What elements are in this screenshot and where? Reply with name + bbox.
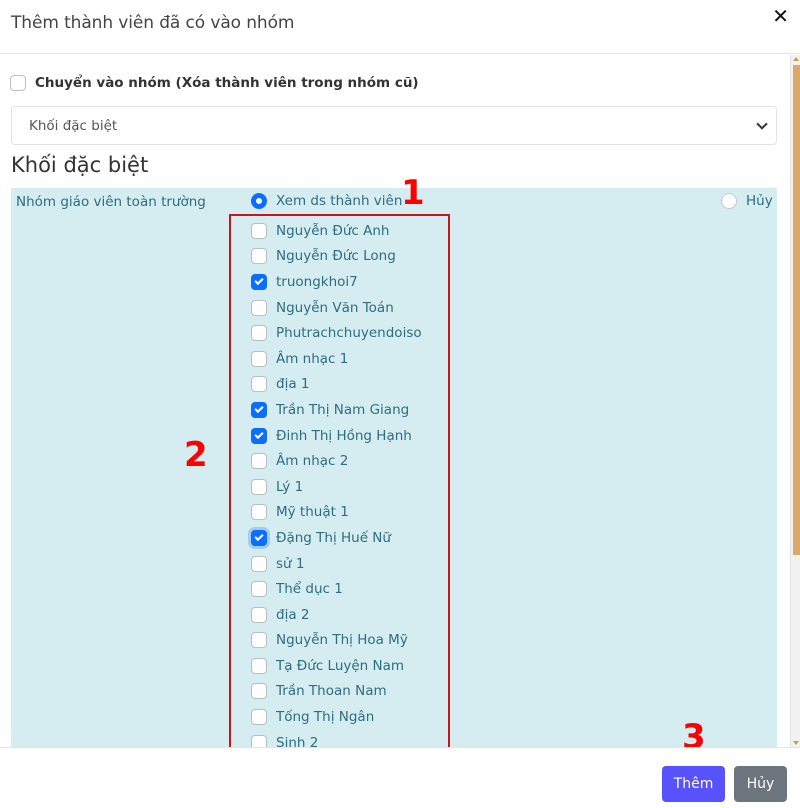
member-name: Nguyễn Đức Long [276, 248, 396, 265]
member-name: Tạ Đức Luyện Nam [276, 657, 405, 674]
group-name: Nhóm giáo viên toàn trường [16, 194, 206, 210]
cancel-button[interactable]: Hủy [734, 766, 787, 802]
member-item[interactable]: Trần Thoan Nam [251, 679, 422, 705]
member-checkbox[interactable] [251, 222, 267, 239]
scroll-up-arrow-icon[interactable] [793, 57, 799, 61]
member-checkbox[interactable] [251, 529, 267, 546]
member-item[interactable]: Nguyễn Đức Long [251, 244, 422, 270]
member-item[interactable]: Đinh Thị Hồng Hạnh [251, 423, 422, 449]
scrollbar[interactable] [790, 55, 800, 747]
member-checkbox[interactable] [251, 657, 267, 674]
member-checkbox[interactable] [251, 734, 267, 747]
member-checkbox[interactable] [251, 273, 267, 290]
group-select[interactable]: Khối đặc biệt [11, 106, 777, 145]
scroll-down-arrow-icon[interactable] [793, 741, 799, 745]
member-name: Trần Thị Nam Giang [276, 401, 410, 418]
member-checkbox[interactable] [251, 709, 267, 726]
member-name: Nguyễn Đức Anh [276, 222, 390, 239]
member-item[interactable]: Nguyễn Thị Hoa Mỹ [251, 628, 422, 654]
modal-body: Chuyển vào nhóm (Xóa thành viên trong nh… [0, 55, 790, 747]
member-list: Nguyễn Đức Anh Nguyễn Đức Long truongkhoi7… [251, 218, 422, 747]
move-to-group-checkbox[interactable] [10, 75, 26, 91]
member-checkbox[interactable] [251, 376, 267, 393]
member-name: Nguyễn Văn Toán [276, 299, 394, 316]
chevron-down-icon [756, 118, 768, 130]
member-name: Đặng Thị Huế Nữ [276, 529, 391, 546]
member-name: Âm nhạc 1 [276, 350, 349, 367]
member-checkbox[interactable] [251, 299, 267, 316]
member-name: Nguyễn Thị Hoa Mỹ [276, 632, 408, 649]
member-checkbox[interactable] [251, 478, 267, 495]
cancel-label: Hủy [746, 193, 773, 209]
section-title: Khối đặc biệt [11, 153, 149, 177]
member-name: Lý 1 [276, 478, 304, 495]
member-item[interactable]: Trần Thị Nam Giang [251, 397, 422, 423]
member-checkbox[interactable] [251, 325, 267, 342]
modal-header: Thêm thành viên đã có vào nhóm ✕ [0, 0, 800, 54]
member-name: sử 1 [276, 555, 305, 572]
view-members-option[interactable]: Xem ds thành viên [251, 193, 402, 209]
member-name: Trần Thoan Nam [276, 683, 387, 700]
member-item[interactable]: Tạ Đức Luyện Nam [251, 653, 422, 679]
view-members-label: Xem ds thành viên [276, 193, 403, 209]
member-checkbox[interactable] [251, 555, 267, 572]
member-item[interactable]: Sinh 2 [251, 730, 422, 747]
move-to-group-option[interactable]: Chuyển vào nhóm (Xóa thành viên trong nh… [10, 75, 419, 91]
group-panel: Nhóm giáo viên toàn trường Xem ds thành … [11, 188, 777, 747]
member-item[interactable]: Phutrachchuyendoiso [251, 320, 422, 346]
member-item[interactable]: Mỹ thuật 1 [251, 500, 422, 526]
cancel-radio[interactable] [721, 193, 737, 209]
member-checkbox[interactable] [251, 683, 267, 700]
member-item[interactable]: Lý 1 [251, 474, 422, 500]
add-button[interactable]: Thêm [662, 766, 725, 802]
modal-footer: Thêm Hủy [0, 747, 800, 808]
member-name: Tống Thị Ngân [276, 709, 375, 726]
member-name: Thể dục 1 [276, 581, 343, 598]
member-item[interactable]: Đặng Thị Huế Nữ [251, 525, 422, 551]
member-checkbox[interactable] [251, 401, 267, 418]
scroll-thumb[interactable] [793, 65, 800, 555]
annotation-number-1: 1 [401, 173, 425, 213]
member-name: Mỹ thuật 1 [276, 504, 349, 521]
member-name: địa 1 [276, 376, 310, 393]
member-checkbox[interactable] [251, 453, 267, 470]
member-item[interactable]: Âm nhạc 1 [251, 346, 422, 372]
view-members-radio[interactable] [251, 193, 267, 209]
annotation-number-2: 2 [184, 435, 208, 475]
member-checkbox[interactable] [251, 606, 267, 623]
member-item[interactable]: Nguyễn Đức Anh [251, 218, 422, 244]
member-name: Sinh 2 [276, 734, 319, 747]
member-item[interactable]: Nguyễn Văn Toán [251, 295, 422, 321]
member-item[interactable]: sử 1 [251, 551, 422, 577]
member-checkbox[interactable] [251, 248, 267, 265]
member-checkbox[interactable] [251, 350, 267, 367]
member-item[interactable]: truongkhoi7 [251, 269, 422, 295]
member-item[interactable]: Thể dục 1 [251, 576, 422, 602]
cancel-option[interactable]: Hủy [721, 193, 773, 209]
member-name: Phutrachchuyendoiso [276, 325, 422, 342]
member-checkbox[interactable] [251, 581, 267, 598]
move-to-group-label: Chuyển vào nhóm (Xóa thành viên trong nh… [35, 75, 419, 91]
modal-title: Thêm thành viên đã có vào nhóm [11, 13, 295, 33]
group-select-value: Khối đặc biệt [29, 118, 118, 134]
member-name: địa 2 [276, 606, 310, 623]
member-name: Đinh Thị Hồng Hạnh [276, 427, 412, 444]
member-checkbox[interactable] [251, 427, 267, 444]
member-name: Âm nhạc 2 [276, 453, 349, 470]
member-checkbox[interactable] [251, 504, 267, 521]
close-icon[interactable]: ✕ [772, 6, 789, 26]
member-item[interactable]: địa 2 [251, 602, 422, 628]
member-item[interactable]: địa 1 [251, 372, 422, 398]
member-name: truongkhoi7 [276, 273, 358, 290]
member-item[interactable]: Âm nhạc 2 [251, 448, 422, 474]
member-checkbox[interactable] [251, 632, 267, 649]
member-item[interactable]: Tống Thị Ngân [251, 704, 422, 730]
